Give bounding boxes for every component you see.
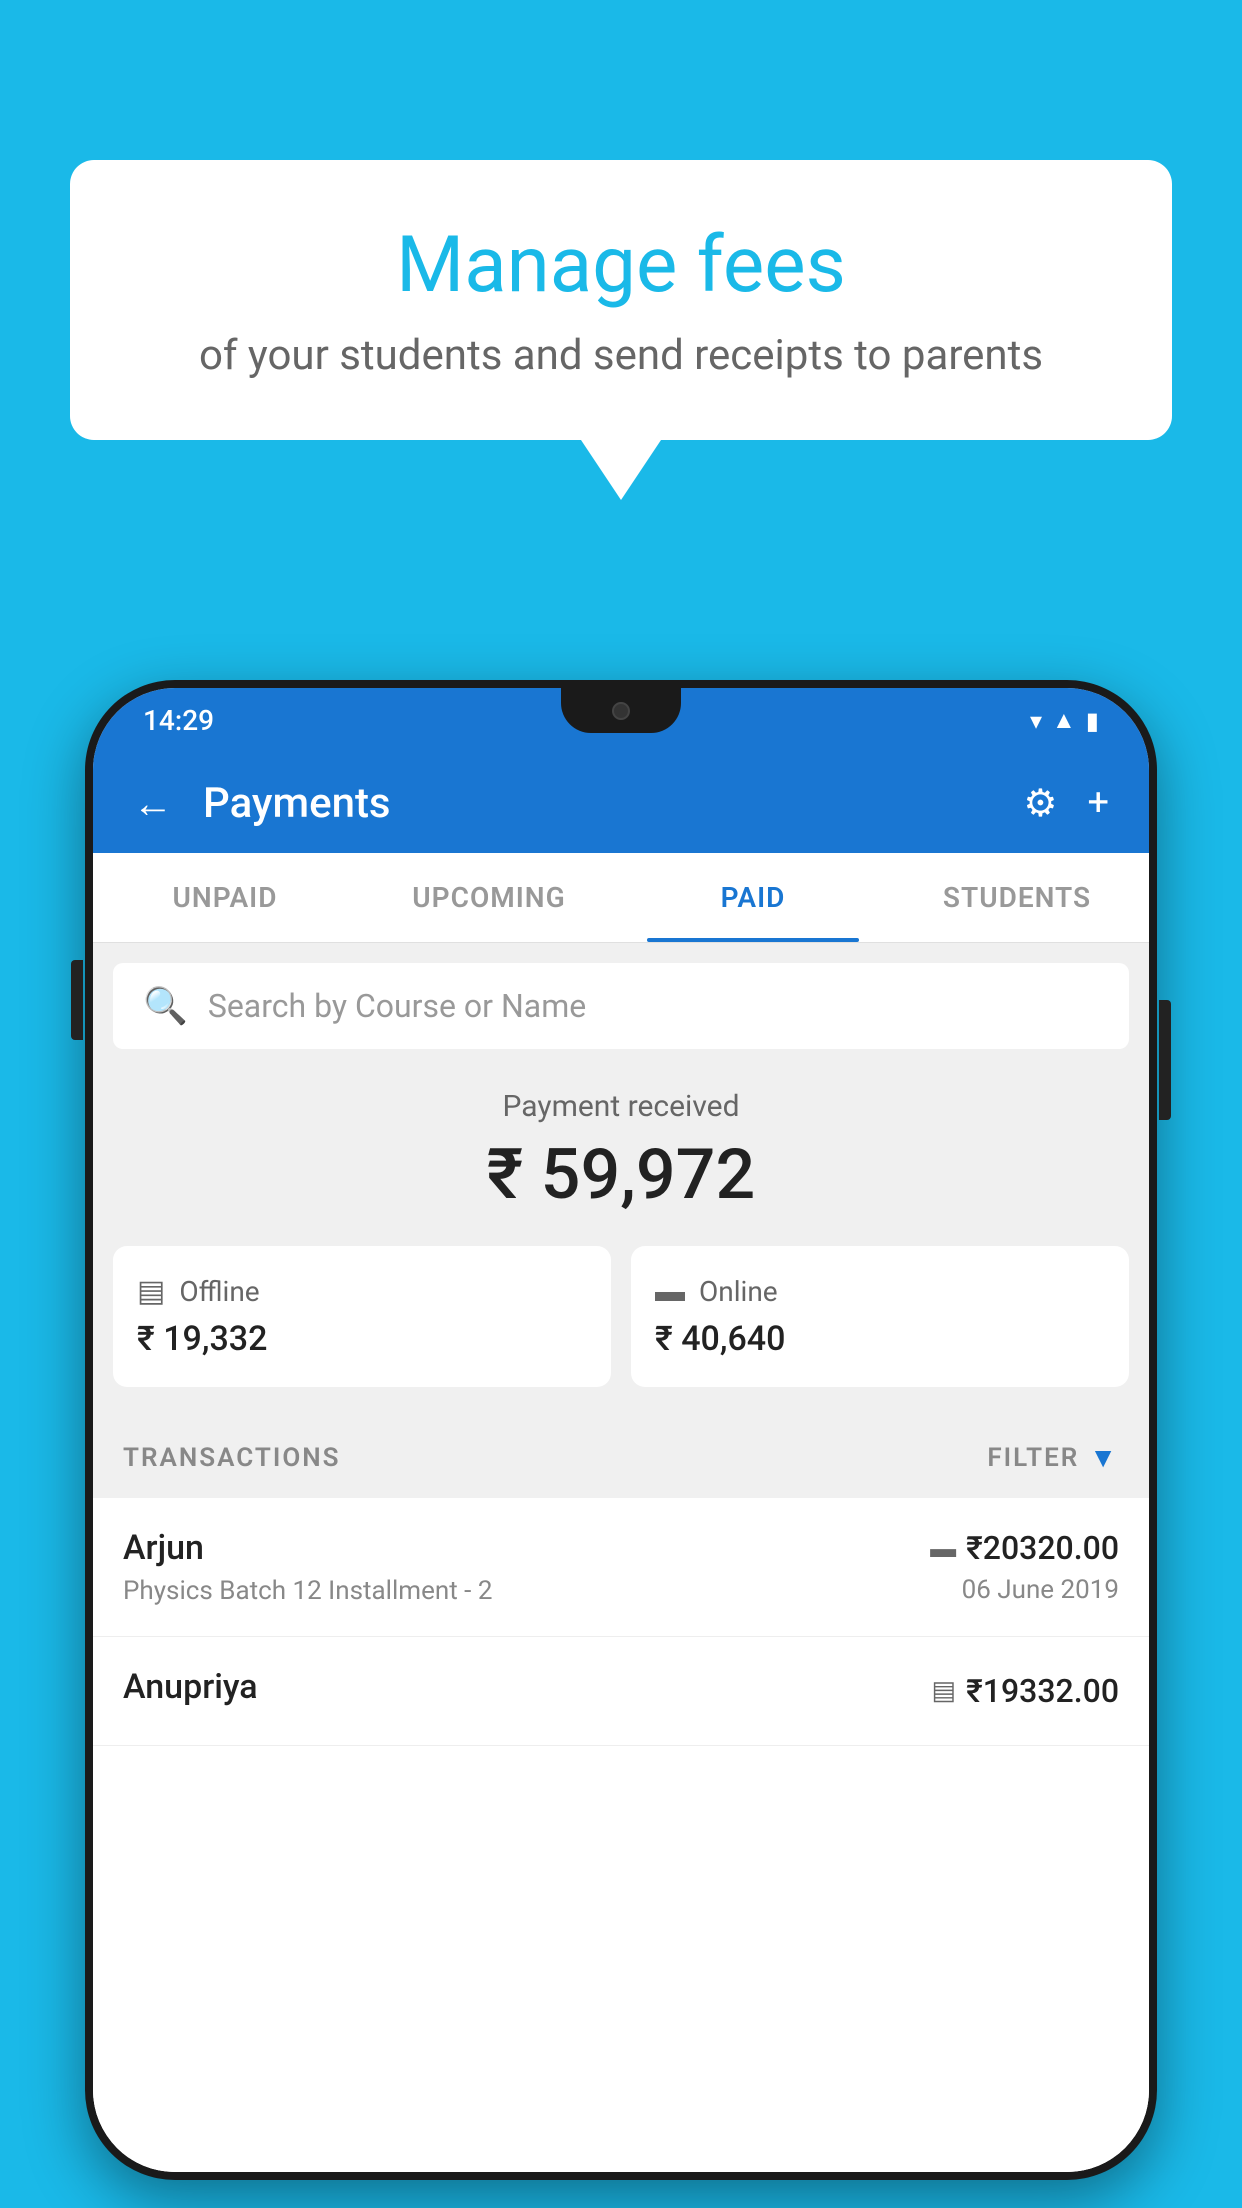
filter-label: FILTER xyxy=(987,1443,1079,1473)
status-time: 14:29 xyxy=(143,704,214,737)
transaction-name: Arjun xyxy=(123,1528,492,1568)
app-bar-actions: ⚙ + xyxy=(1023,781,1109,826)
back-button[interactable]: ← xyxy=(133,780,173,827)
tab-upcoming[interactable]: UPCOMING xyxy=(357,853,621,942)
offline-icon: ▤ xyxy=(137,1274,165,1309)
tab-paid[interactable]: PAID xyxy=(621,853,885,942)
online-card: ▬ Online ₹ 40,640 xyxy=(631,1246,1129,1387)
status-bar: 14:29 ▾ ▲ ▮ xyxy=(93,688,1149,753)
offline-label: Offline xyxy=(179,1275,259,1308)
settings-button[interactable]: ⚙ xyxy=(1023,781,1057,826)
transaction-date: 06 June 2019 xyxy=(962,1575,1119,1605)
transactions-label: TRANSACTIONS xyxy=(123,1443,341,1473)
transaction-item[interactable]: Arjun Physics Batch 12 Installment - 2 ▬… xyxy=(93,1498,1149,1637)
notch xyxy=(561,688,681,733)
speech-bubble-subtitle: of your students and send receipts to pa… xyxy=(150,331,1092,380)
speech-bubble: Manage fees of your students and send re… xyxy=(70,160,1172,440)
search-icon: 🔍 xyxy=(143,985,188,1027)
transaction-amount-row: ▬ ₹20320.00 xyxy=(930,1529,1119,1567)
phone-frame: 14:29 ▾ ▲ ▮ ← Payments ⚙ + xyxy=(85,680,1157,2180)
offline-amount: ₹ 19,332 xyxy=(137,1319,267,1359)
transaction-amount: ₹20320.00 xyxy=(966,1529,1119,1567)
signal-icon: ▲ xyxy=(1052,706,1076,735)
battery-icon: ▮ xyxy=(1086,707,1099,735)
online-label: Online xyxy=(699,1275,778,1308)
payment-summary: Payment received ₹ 59,972 ▤ Offline ₹ 19… xyxy=(93,1049,1149,1417)
transaction-name: Anupriya xyxy=(123,1667,258,1707)
tab-students[interactable]: STUDENTS xyxy=(885,853,1149,942)
content-area: 🔍 Search by Course or Name Payment recei… xyxy=(93,943,1149,2172)
filter-button[interactable]: FILTER ▼ xyxy=(987,1441,1119,1474)
payment-received-label: Payment received xyxy=(113,1089,1129,1124)
phone-container: 14:29 ▾ ▲ ▮ ← Payments ⚙ + xyxy=(85,680,1157,2180)
speech-bubble-arrow xyxy=(581,440,661,500)
camera-dot xyxy=(612,702,630,720)
status-icons: ▾ ▲ ▮ xyxy=(1030,706,1099,735)
offline-card-header: ▤ Offline xyxy=(137,1274,260,1309)
transaction-list: Arjun Physics Batch 12 Installment - 2 ▬… xyxy=(93,1498,1149,2172)
phone-screen: 14:29 ▾ ▲ ▮ ← Payments ⚙ + xyxy=(93,688,1149,2172)
transaction-left: Anupriya xyxy=(123,1667,258,1715)
payment-cards: ▤ Offline ₹ 19,332 ▬ Online ₹ 40,640 xyxy=(113,1246,1129,1387)
speech-bubble-title: Manage fees xyxy=(150,220,1092,311)
card-payment-icon: ▬ xyxy=(930,1533,956,1564)
transaction-amount: ₹19332.00 xyxy=(966,1672,1119,1710)
speech-bubble-container: Manage fees of your students and send re… xyxy=(70,160,1172,500)
add-button[interactable]: + xyxy=(1087,781,1109,825)
online-icon: ▬ xyxy=(655,1274,685,1309)
online-card-header: ▬ Online xyxy=(655,1274,778,1309)
transaction-left: Arjun Physics Batch 12 Installment - 2 xyxy=(123,1528,492,1606)
payment-total-amount: ₹ 59,972 xyxy=(113,1134,1129,1216)
app-bar: ← Payments ⚙ + xyxy=(93,753,1149,853)
tabs-bar: UNPAID UPCOMING PAID STUDENTS xyxy=(93,853,1149,943)
offline-card: ▤ Offline ₹ 19,332 xyxy=(113,1246,611,1387)
transaction-right: ▬ ₹20320.00 06 June 2019 xyxy=(930,1529,1119,1605)
search-bar[interactable]: 🔍 Search by Course or Name xyxy=(113,963,1129,1049)
tab-unpaid[interactable]: UNPAID xyxy=(93,853,357,942)
transaction-amount-row: ▤ ₹19332.00 xyxy=(932,1672,1119,1710)
app-title: Payments xyxy=(203,779,1023,828)
wifi-icon: ▾ xyxy=(1030,707,1042,735)
transaction-item[interactable]: Anupriya ▤ ₹19332.00 xyxy=(93,1637,1149,1746)
transaction-course: Physics Batch 12 Installment - 2 xyxy=(123,1576,492,1606)
cash-payment-icon: ▤ xyxy=(932,1676,957,1706)
filter-icon: ▼ xyxy=(1089,1441,1119,1474)
search-input[interactable]: Search by Course or Name xyxy=(208,987,586,1025)
transaction-right: ▤ ₹19332.00 xyxy=(932,1672,1119,1710)
transactions-header: TRANSACTIONS FILTER ▼ xyxy=(93,1417,1149,1498)
online-amount: ₹ 40,640 xyxy=(655,1319,785,1359)
